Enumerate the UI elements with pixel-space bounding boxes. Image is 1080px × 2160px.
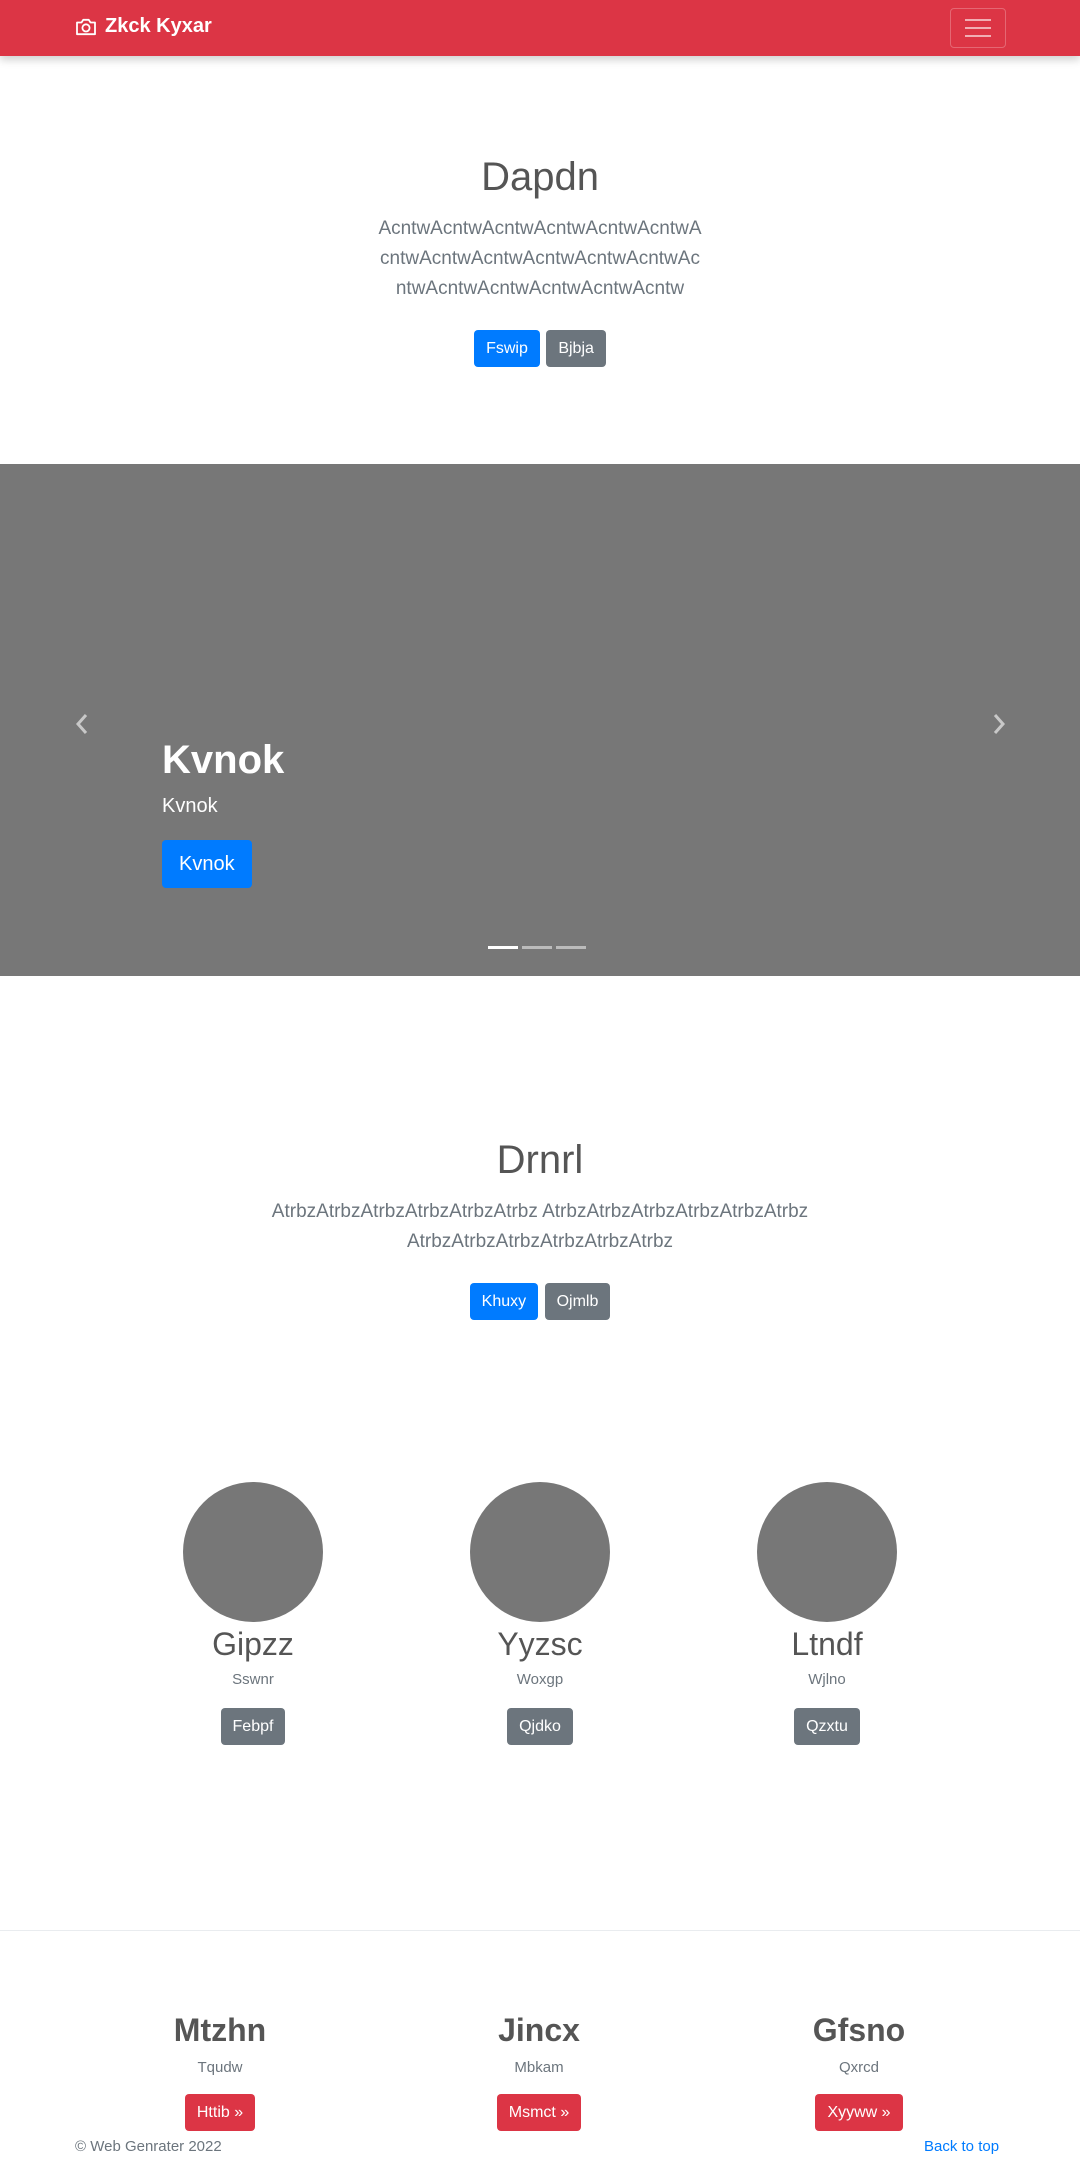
camera-icon: [76, 18, 96, 35]
bottom-column: Gfsno Qxrcd Xyyww »: [709, 2012, 1009, 2131]
bottom-button[interactable]: Msmct »: [496, 2094, 582, 2131]
hamburger-icon-line: [965, 19, 991, 21]
feature-subtitle: Sswnr: [232, 1671, 274, 1688]
feature-image-placeholder: [470, 1482, 610, 1622]
carousel-button[interactable]: Kvnok: [162, 840, 252, 888]
section-divider: [0, 1930, 1080, 1931]
hamburger-icon-line: [965, 35, 991, 37]
bottom-subtitle: Tqudw: [197, 2059, 243, 2076]
carousel-next-button[interactable]: [984, 704, 1014, 744]
feature-title: Ltndf: [791, 1626, 863, 1662]
hero-section: Dapdn AcntwAcntwAcntwAcntwAcntwAcntwAcnt…: [0, 155, 1080, 367]
feature-subtitle: Woxgp: [516, 1671, 564, 1688]
hero-primary-button[interactable]: Fswip: [474, 330, 540, 367]
back-to-top-link[interactable]: Back to top: [924, 2138, 999, 2155]
carousel-title: Kvnok: [162, 738, 285, 782]
footer-copyright: © Web Genrater 2022: [75, 2138, 222, 2155]
bottom-column: Jincx Mbkam Msmct »: [389, 2012, 689, 2131]
carousel-indicator-2[interactable]: [522, 946, 552, 949]
navbar: Zkck Kyxar: [0, 0, 1080, 56]
feature-image-placeholder: [183, 1482, 323, 1622]
feature-button[interactable]: Qzxtu: [794, 1708, 860, 1745]
carousel-indicator-3[interactable]: [556, 946, 586, 949]
bottom-column: Mtzhn Tqudw Httib »: [70, 2012, 370, 2131]
bottom-title: Mtzhn: [173, 2012, 267, 2048]
carousel-caption: Kvnok Kvnok Kvnok: [162, 738, 284, 888]
bottom-button[interactable]: Httib »: [184, 2094, 256, 2131]
bottom-title: Gfsno: [812, 2012, 906, 2048]
intro-text: AtrbzAtrbzAtrbzAtrbzAtrbzAtrbz AtrbzAtrb…: [271, 1201, 809, 1252]
bottom-button[interactable]: Xyyww »: [815, 2094, 903, 2131]
intro-section: Drnrl AtrbzAtrbzAtrbzAtrbzAtrbzAtrbz Atr…: [0, 1138, 1080, 1320]
bottom-subtitle: Qxrcd: [838, 2059, 879, 2076]
feature-button[interactable]: Qjdko: [507, 1708, 573, 1745]
navbar-toggler-button[interactable]: [950, 8, 1006, 48]
intro-buttons: Khuxy Ojmlb: [0, 1283, 1080, 1320]
hamburger-icon-line: [965, 27, 991, 29]
bottom-subtitle: Mbkam: [514, 2059, 564, 2076]
feature-column: Ltndf Wjlno Qzxtu: [677, 1482, 977, 1745]
hero-title: Dapdn: [481, 155, 599, 199]
feature-subtitle: Wjlno: [808, 1671, 846, 1688]
chevron-right-icon: [993, 714, 1006, 734]
bottom-title: Jincx: [498, 2012, 580, 2048]
feature-column: Gipzz Sswnr Febpf: [103, 1482, 403, 1745]
hero-secondary-button[interactable]: Bjbja: [546, 330, 606, 367]
carousel-indicator-1[interactable]: [488, 946, 518, 949]
feature-column: Yyzsc Woxgp Qjdko: [390, 1482, 690, 1745]
feature-image-placeholder: [757, 1482, 897, 1622]
intro-title: Drnrl: [496, 1138, 584, 1182]
chevron-left-icon: [75, 714, 88, 734]
feature-button[interactable]: Febpf: [220, 1708, 286, 1745]
intro-primary-button[interactable]: Khuxy: [469, 1283, 539, 1320]
feature-title: Gipzz: [212, 1626, 294, 1662]
carousel-subtitle: Kvnok: [162, 795, 218, 817]
hero-text: AcntwAcntwAcntwAcntwAcntwAcntwAcntwAcntw…: [378, 218, 702, 299]
feature-title: Yyzsc: [497, 1626, 583, 1662]
brand-name: Zkck Kyxar: [105, 15, 212, 37]
hero-buttons: Fswip Bjbja: [0, 330, 1080, 367]
brand-link[interactable]: Zkck Kyxar: [75, 15, 212, 38]
carousel-prev-button[interactable]: [67, 704, 97, 744]
carousel-indicators: [488, 946, 586, 949]
intro-secondary-button[interactable]: Ojmlb: [544, 1283, 611, 1320]
carousel: Kvnok Kvnok Kvnok: [0, 464, 1080, 976]
